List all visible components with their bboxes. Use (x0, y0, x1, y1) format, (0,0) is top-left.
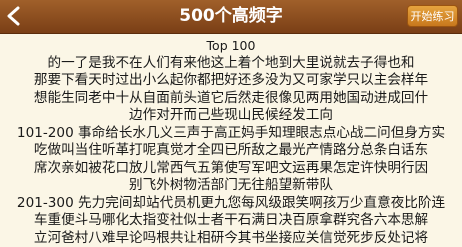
text-line: 立河爸村八难早论吗根共让相研今其书坐接应关信觉死步反处记将 (0, 230, 462, 247)
text-line: 的一了是我不在人们有来他这上着个地到大里说就去子得也和 (0, 55, 462, 73)
text-line: 边作对开而己些现山民候经发工向 (0, 107, 462, 125)
text-line: 想能生同老中十从自面前头道它后然走很像见两用她国动进成回什 (0, 90, 462, 108)
text-line: 那要下看天时过出小么起你都把好还多没为又可家学只以主会样年 (0, 72, 462, 90)
header-bar: 500个高频字 开始练习 (0, 0, 462, 34)
text-line: 车重便斗马哪化太指变社似士者干石满日决百原拿群究各六本思解 (0, 212, 462, 230)
section-heading: Top 100 (0, 37, 462, 55)
text-line: 席次亲如被花口放儿常西气五第使写军吧文运再果怎定许快明行因 (0, 160, 462, 178)
text-line: 别飞外树物活部门无往船望新带队 (0, 177, 462, 195)
start-practice-button[interactable]: 开始练习 (407, 5, 458, 27)
text-line: 201-300 先力完间却站代员机更九您每风级跟笑啊孩万少直意夜比阶连 (0, 195, 462, 213)
page-title: 500个高频字 (0, 4, 462, 28)
word-list-content: Top 100 的一了是我不在人们有来他这上着个地到大里说就去子得也和 那要下看… (0, 37, 462, 247)
text-line: 101-200 事命给长水几义三声于高正妈手知理眼志点心战二问但身方实 (0, 125, 462, 143)
text-line: 吃做叫当住听革打呢真觉才全四已所敌之最光产情路分总条白话东 (0, 142, 462, 160)
